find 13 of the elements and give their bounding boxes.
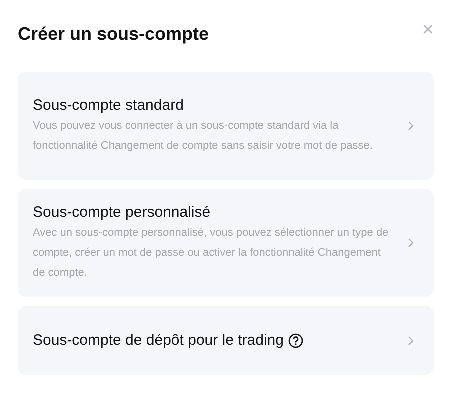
dialog-title: Créer un sous-compte: [18, 23, 210, 46]
option-description: Avec un sous-compte personnalisé, vous pouvez sélectionner un type de compte, créer un mot de passe ou activer la fonctionnalité Changement de compte.: [33, 226, 390, 281]
chevron-right-icon: [408, 336, 414, 346]
option-card[interactable]: Sous-compte personnalisé Avec un sous-compte personnalisé, vous pouvez sélectionner un type de compte, créer un mot de passe ou activer la fonctionnalité Changement de compte.: [18, 189, 434, 297]
option-card[interactable]: Sous-compte standard Vous pouvez vous connecter à un sous-compte standard via la fonctionnalité Changement de compte sans saisir votre mot de passe.: [18, 72, 434, 180]
option-card[interactable]: Sous-compte de dépôt pour le trading: [18, 306, 434, 375]
option-title: Sous-compte standard: [33, 96, 184, 116]
option-description: Vous pouvez vous connecter à un sous-compte standard via la fonctionnalité Changement de compte sans saisir votre mot de passe.: [33, 119, 374, 154]
help-icon[interactable]: [288, 332, 304, 348]
option-title: Sous-compte personnalisé: [33, 203, 211, 223]
chevron-right-icon: [408, 121, 414, 131]
option-title: Sous-compte de dépôt pour le trading: [33, 330, 284, 350]
chevron-right-icon: [408, 238, 414, 248]
